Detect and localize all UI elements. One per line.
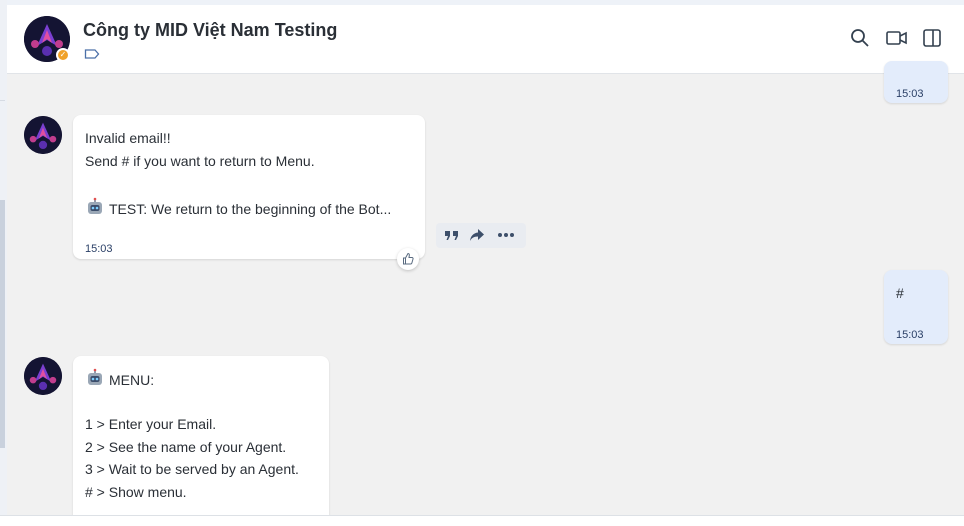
- verified-badge-icon: ✓: [56, 48, 70, 62]
- outgoing-message: 15:03: [884, 61, 948, 103]
- like-reaction-button[interactable]: [397, 248, 419, 270]
- tag-icon[interactable]: [84, 48, 100, 60]
- message-time: 15:03: [896, 88, 924, 100]
- chat-title: Công ty MID Việt Nam Testing: [83, 20, 338, 40]
- outgoing-message: # 15:03: [884, 270, 948, 344]
- chat-header: ✓ Công ty MID Việt Nam Testing: [7, 5, 964, 74]
- message-line: [85, 172, 391, 195]
- bottom-bar: [0, 515, 964, 526]
- sidebar-scrollbar[interactable]: [0, 200, 5, 448]
- bot-avatar: [24, 357, 62, 395]
- robot-emoji-icon: [85, 368, 105, 395]
- side-panel-icon[interactable]: [922, 28, 942, 48]
- thumbs-up-icon: [403, 252, 414, 265]
- message-line: Invalid email!!: [85, 130, 171, 146]
- message-time: 15:03: [85, 243, 113, 255]
- message-time: 15:03: [896, 329, 924, 341]
- incoming-message: Invalid email!! Send # if you want to re…: [73, 115, 425, 259]
- left-sidebar-strip: [0, 0, 7, 525]
- message-line: [85, 391, 299, 414]
- search-icon[interactable]: [850, 28, 870, 48]
- message-line-with-robot: TEST: We return to the beginning of the …: [85, 197, 391, 220]
- message-line: 2 > See the name of your Agent.: [85, 438, 287, 455]
- message-line: # > Show menu.: [85, 483, 187, 500]
- forward-icon[interactable]: [469, 228, 485, 242]
- message-line-with-robot: MENU:: [85, 368, 299, 391]
- chat-panel: ✓ Công ty MID Việt Nam Testing 15:03 Inv…: [7, 5, 964, 515]
- more-options-icon[interactable]: [497, 228, 515, 242]
- message-text: #: [896, 285, 904, 301]
- bot-avatar: [24, 116, 62, 154]
- robot-emoji-icon: [85, 197, 105, 224]
- quote-reply-icon[interactable]: [444, 228, 460, 242]
- message-text: MENU:: [109, 372, 155, 388]
- message-line: Send # if you want to return to Menu.: [85, 152, 315, 169]
- video-call-icon[interactable]: [886, 28, 908, 48]
- divider: [0, 100, 5, 101]
- message-text: TEST: We return to the beginning of the …: [109, 200, 392, 217]
- message-line: 1 > Enter your Email.: [85, 416, 217, 433]
- incoming-message: MENU: 1 > Enter your Email. 2 > See the …: [73, 356, 329, 515]
- message-actions-bar: [436, 223, 526, 248]
- message-line: 3 > Wait to be served by an Agent.: [85, 461, 299, 478]
